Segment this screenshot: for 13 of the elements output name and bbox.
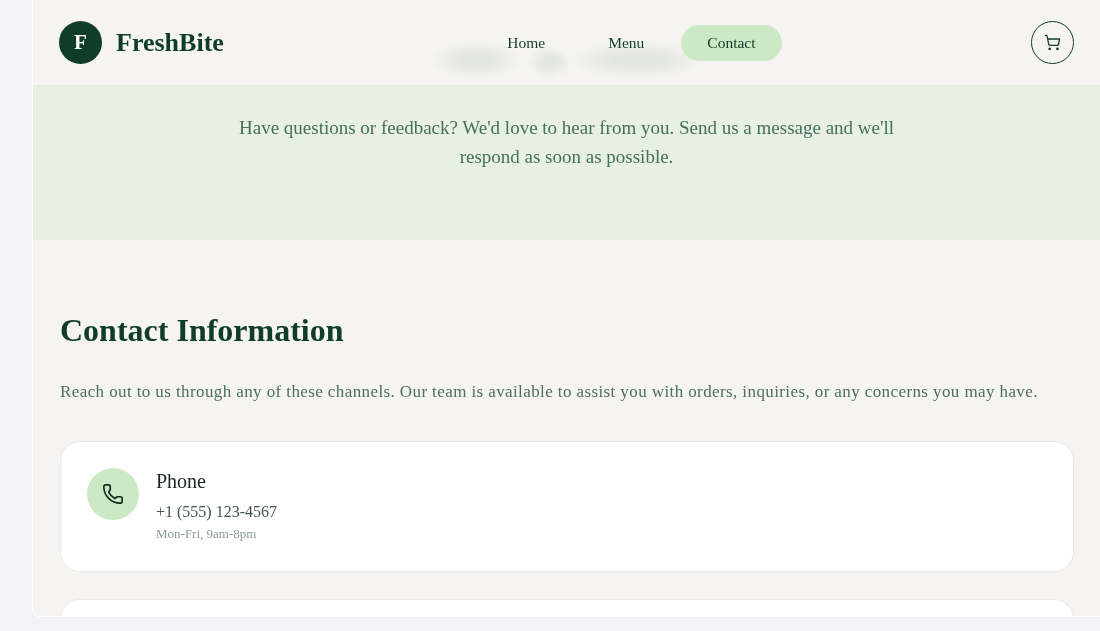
card-note: Mon-Fri, 9am-8pm — [156, 525, 258, 542]
nav-link[interactable]: Menu — [582, 24, 671, 61]
card-title: Phone — [156, 469, 207, 494]
card-value: +1 (555) 123-4567 — [156, 502, 277, 522]
nav-link[interactable]: Home — [481, 24, 572, 61]
section-intro: Reach out to us through any of these channels. Our team is available to assist you with orders, inquiries, or any concerns you may have. — [60, 381, 1039, 403]
cart-icon — [1044, 34, 1061, 51]
hero-text: Have questions or feedback? We'd love to hear from you. Send us a message and we'll respond as soon as possible. — [238, 116, 895, 169]
section-title: Contact Information — [60, 311, 345, 350]
logo-badge: F — [59, 21, 102, 64]
nav-link[interactable]: Contact — [681, 24, 782, 61]
brand-name: FreshBite — [116, 27, 224, 58]
phone-icon — [87, 468, 139, 520]
